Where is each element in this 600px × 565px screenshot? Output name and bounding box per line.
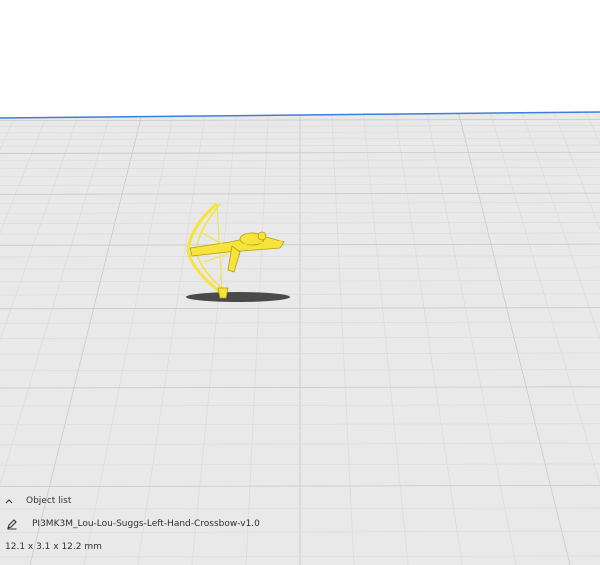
- object-list-toggle[interactable]: Object list: [4, 491, 71, 511]
- object-row[interactable]: PI3MK3M_Lou-Lou-Suggs-Left-Hand-Crossbow…: [6, 514, 260, 534]
- build-plate[interactable]: [0, 0, 600, 565]
- object-list-label: Object list: [26, 496, 72, 506]
- object-dimensions: 12.1 x 3.1 x 12.2 mm: [5, 542, 102, 552]
- model-shadow: [186, 292, 290, 302]
- object-name: PI3MK3M_Lou-Lou-Suggs-Left-Hand-Crossbow…: [32, 519, 260, 529]
- object-list-panel: Object list PI3MK3M_Lou-Lou-Suggs-Left-H…: [0, 486, 600, 565]
- chevron-up-icon[interactable]: [4, 496, 14, 506]
- object-dimensions-row: 12.1 x 3.1 x 12.2 mm: [5, 538, 102, 556]
- pencil-icon[interactable]: [6, 518, 18, 530]
- 3d-viewport[interactable]: [0, 0, 600, 565]
